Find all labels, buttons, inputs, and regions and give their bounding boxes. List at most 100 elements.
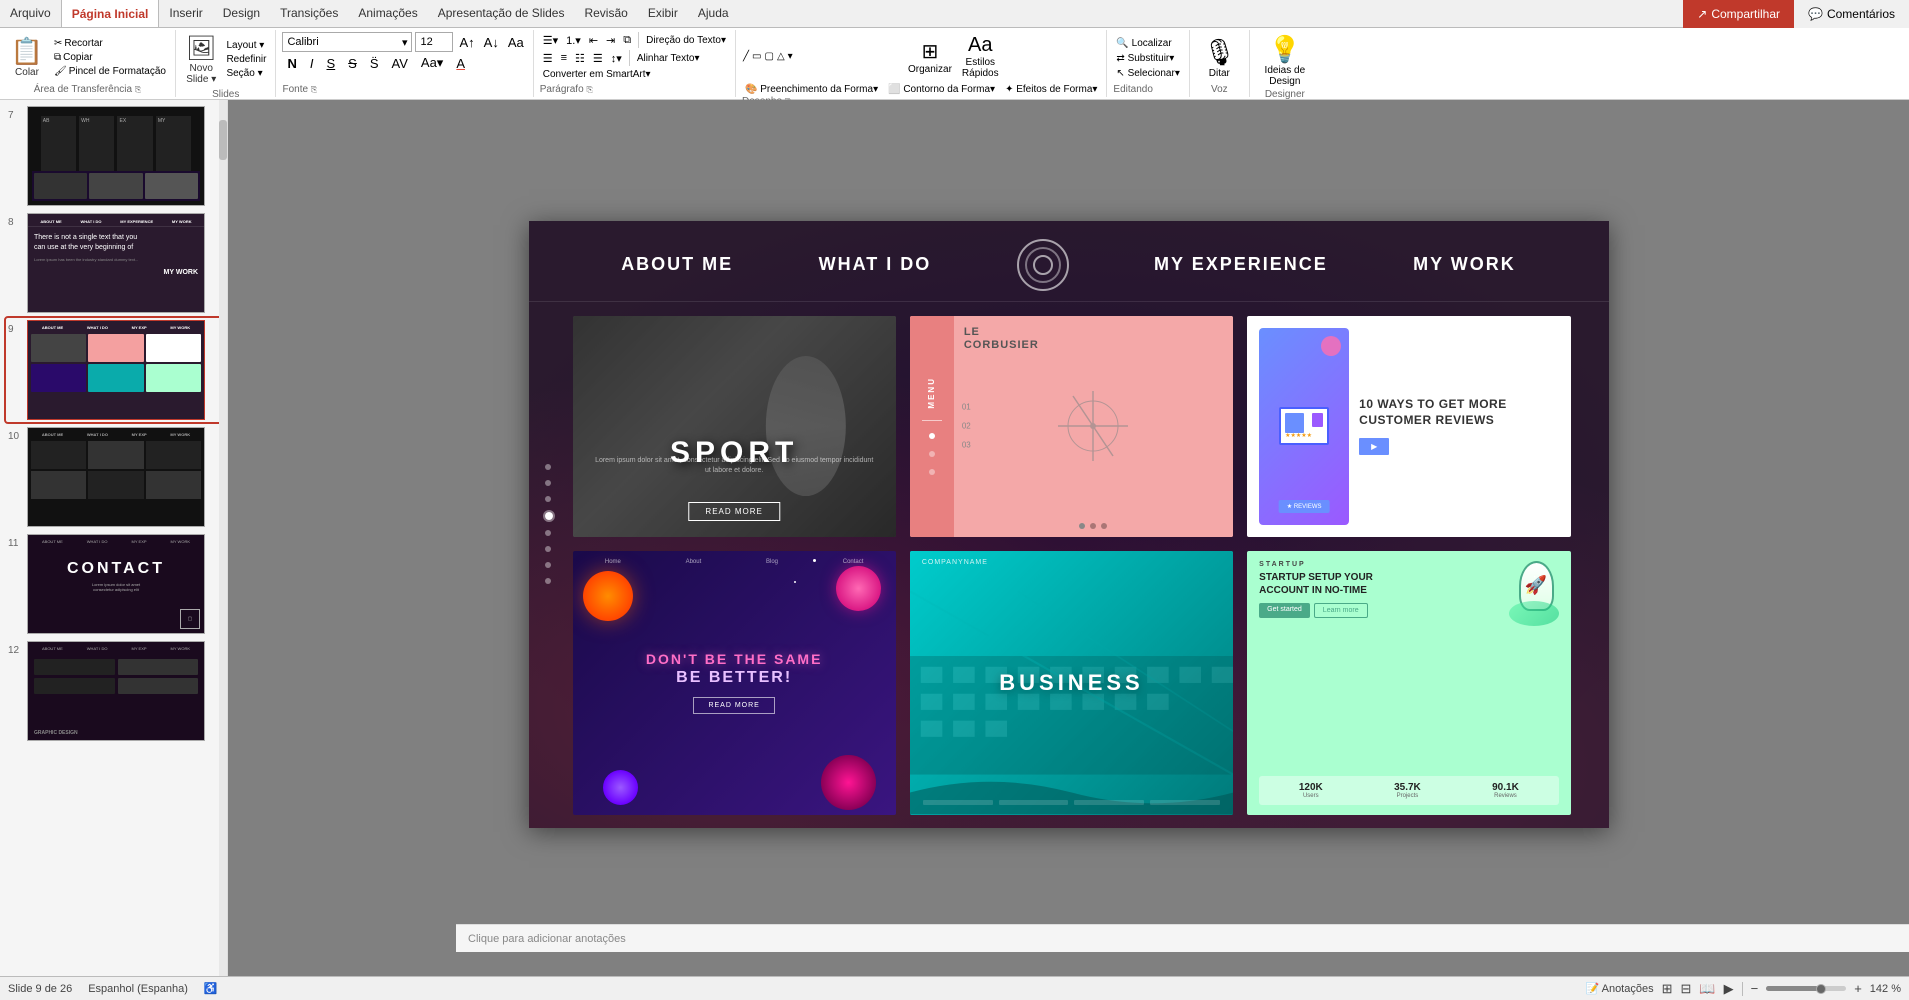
paste-button[interactable]: 📋 Colar bbox=[6, 34, 48, 80]
accessibility-icon[interactable]: ♿ bbox=[204, 982, 218, 995]
ribbon-tab-animacoes[interactable]: Animações bbox=[348, 0, 427, 27]
ribbon-tab-transicoes[interactable]: Transições bbox=[270, 0, 348, 27]
notes-toggle[interactable]: 📝 Anotações bbox=[1585, 982, 1653, 995]
logo-icon bbox=[1017, 239, 1069, 291]
nav-what-i-do[interactable]: WHAT I DO bbox=[819, 254, 932, 275]
new-slide-button[interactable]: 🖼 Novo Slide ▾ bbox=[182, 32, 220, 87]
decrease-indent-button[interactable]: ⇤ bbox=[586, 33, 601, 48]
card-ways[interactable]: ★★★★★ ★ REVIEWS 10 WAYS TO GET MORE CUST… bbox=[1247, 316, 1570, 537]
zoom-minus[interactable]: − bbox=[1751, 981, 1759, 996]
slide-thumb-12[interactable]: 12 ABOUT MEWHAT I DOMY EXPMY WORK GRAPHI… bbox=[6, 639, 221, 743]
ribbon-group-drawing: ╱ ▭ ▢ △ ▾ ⊞Organizar AaEstilosRápidos 🎨 … bbox=[736, 30, 1107, 97]
clear-format-button[interactable]: Aa bbox=[505, 34, 527, 51]
bold-button[interactable]: N bbox=[282, 55, 301, 72]
slide-panel: 7 AB WH EX MY 8 ABOUT ME bbox=[0, 100, 228, 976]
roundrect-shape[interactable]: ▢ bbox=[764, 50, 775, 63]
startup-btn-1[interactable]: Get started bbox=[1259, 603, 1310, 618]
align-center-button[interactable]: ≡ bbox=[558, 51, 570, 65]
strikethrough-button[interactable]: S bbox=[343, 55, 362, 72]
slide-thumb-11[interactable]: 11 ABOUT MEWHAT I DOMY EXPMY WORK CONTAC… bbox=[6, 532, 221, 636]
stat-2: 35.7K bbox=[1394, 782, 1421, 793]
card-business[interactable]: COMPANYNAME BUSINESS bbox=[910, 551, 1233, 815]
justify-button[interactable]: ☰ bbox=[590, 51, 606, 66]
ribbon-tab-arquivo[interactable]: Arquivo bbox=[0, 0, 61, 27]
bullets-button[interactable]: ☰▾ bbox=[540, 33, 561, 48]
align-right-button[interactable]: ☷ bbox=[572, 51, 588, 66]
font-family-selector[interactable]: Calibri▾ bbox=[282, 32, 412, 52]
find-button[interactable]: 🔍 Localizar bbox=[1113, 37, 1182, 50]
view-reading[interactable]: 📖 bbox=[1699, 981, 1715, 997]
align-text-button[interactable]: Alinhar Texto▾ bbox=[634, 52, 703, 65]
decrease-font-button[interactable]: A↓ bbox=[481, 34, 502, 51]
slide-thumb-9[interactable]: 9 ABOUT MEWHAT I DOMY EXPMY WORK bbox=[6, 318, 221, 422]
shape-fill-button[interactable]: 🎨 Preenchimento da Forma▾ bbox=[742, 83, 881, 96]
slide-thumb-10[interactable]: 10 ABOUT MEWHAT I DOMY EXPMY WORK bbox=[6, 425, 221, 529]
ribbon-tab-apresentacao[interactable]: Apresentação de Slides bbox=[428, 0, 575, 27]
format-painter-button[interactable]: 🖌Pincel de Formatação bbox=[51, 65, 169, 78]
italic-button[interactable]: I bbox=[305, 55, 319, 72]
spacing-button[interactable]: AV bbox=[387, 55, 413, 72]
sport-read-more[interactable]: READ MORE bbox=[688, 502, 779, 521]
design-ideas-button[interactable]: 💡 Ideias de Design bbox=[1261, 32, 1310, 89]
dictate-button[interactable]: 🎙 Ditar bbox=[1199, 35, 1240, 81]
cut-button[interactable]: ✂Recortar bbox=[51, 37, 169, 50]
copy-button[interactable]: ⧉Copiar bbox=[51, 51, 169, 64]
shape-outline-button[interactable]: ⬜ Contorno da Forma▾ bbox=[885, 83, 998, 96]
shape-effects-button[interactable]: ✦ Efeitos de Forma▾ bbox=[1002, 83, 1100, 96]
underline-button[interactable]: S bbox=[322, 55, 341, 72]
comments-button[interactable]: 💬 Comentários bbox=[1794, 0, 1909, 28]
text-direction-button[interactable]: Direção do Texto▾ bbox=[643, 34, 729, 47]
font-color-button[interactable]: A bbox=[451, 55, 470, 72]
font-size-selector[interactable]: 12 bbox=[415, 32, 453, 52]
font-case-button[interactable]: Aa▾ bbox=[416, 54, 448, 72]
startup-btn-2[interactable]: Learn more bbox=[1314, 603, 1368, 618]
space-read-more[interactable]: READ MORE bbox=[693, 697, 774, 714]
designer-label: Designer bbox=[1265, 89, 1305, 100]
nav-my-experience[interactable]: MY EXPERIENCE bbox=[1154, 254, 1328, 275]
slide-canvas[interactable]: ABOUT ME WHAT I DO MY EXPERIENCE MY WORK bbox=[529, 221, 1609, 828]
ways-btn[interactable]: ▶ bbox=[1359, 438, 1389, 455]
select-button[interactable]: ↖ Selecionar▾ bbox=[1113, 67, 1182, 80]
ribbon-tab-inserir[interactable]: Inserir bbox=[159, 0, 212, 27]
ribbon-tab-ajuda[interactable]: Ajuda bbox=[688, 0, 739, 27]
tri-shape[interactable]: △ bbox=[776, 50, 786, 63]
line-spacing-button[interactable]: ↕▾ bbox=[608, 51, 625, 66]
quick-styles-button[interactable]: AaEstilosRápidos bbox=[958, 32, 1003, 81]
view-normal[interactable]: ⊞ bbox=[1662, 981, 1673, 997]
zoom-plus[interactable]: + bbox=[1854, 981, 1862, 996]
ribbon-tab-design[interactable]: Design bbox=[213, 0, 270, 27]
arrange-button[interactable]: ⊞Organizar bbox=[904, 37, 956, 77]
notes-bar[interactable]: Clique para adicionar anotações bbox=[456, 924, 1909, 952]
replace-button[interactable]: ⇄ Substituir▾ bbox=[1113, 52, 1182, 65]
card-corbusier[interactable]: MENU LECORBUSIER bbox=[910, 316, 1233, 537]
increase-font-button[interactable]: A↑ bbox=[456, 34, 477, 51]
paragraph-label: Parágrafo ⎘ bbox=[540, 84, 729, 95]
reset-button[interactable]: Redefinir bbox=[223, 53, 269, 66]
slide-thumb-8[interactable]: 8 ABOUT ME WHAT I DO MY EXPERIENCE MY WO… bbox=[6, 211, 221, 315]
view-sorter[interactable]: ⊟ bbox=[1681, 981, 1692, 997]
numbering-button[interactable]: 1.▾ bbox=[563, 33, 584, 48]
columns-button[interactable]: ⧉ bbox=[620, 33, 634, 48]
zoom-bar[interactable] bbox=[1766, 986, 1846, 991]
card-sport[interactable]: SPORT Lorem ipsum dolor sit amet, consec… bbox=[573, 316, 896, 537]
convert-smartart-button[interactable]: Converter em SmartArt▾ bbox=[540, 68, 654, 81]
more-shapes[interactable]: ▾ bbox=[787, 50, 794, 63]
card-startup[interactable]: STARTUP STARTUP SETUP YOURACCOUNT IN NO-… bbox=[1247, 551, 1570, 815]
share-button[interactable]: ↗ Compartilhar bbox=[1683, 0, 1794, 28]
slide-thumb-7[interactable]: 7 AB WH EX MY bbox=[6, 104, 221, 208]
rect-shape[interactable]: ▭ bbox=[751, 50, 762, 63]
ribbon-tab-revisao[interactable]: Revisão bbox=[574, 0, 637, 27]
card-space[interactable]: HomeAboutBlogContact DON'T BE THE SAME B… bbox=[573, 551, 896, 815]
layout-button[interactable]: Layout ▾ bbox=[223, 39, 269, 52]
align-left-button[interactable]: ☰ bbox=[540, 51, 556, 66]
increase-indent-button[interactable]: ⇥ bbox=[603, 33, 618, 48]
nav-about-me[interactable]: ABOUT ME bbox=[621, 254, 733, 275]
ribbon-tab-exibir[interactable]: Exibir bbox=[638, 0, 688, 27]
ribbon-tab-pagina-inicial[interactable]: Página Inicial bbox=[61, 0, 160, 27]
section-button[interactable]: Seção ▾ bbox=[223, 67, 269, 80]
shadow-button[interactable]: S̈ bbox=[365, 55, 384, 72]
line-shape[interactable]: ╱ bbox=[742, 50, 750, 63]
cards-grid: SPORT Lorem ipsum dolor sit amet, consec… bbox=[529, 302, 1609, 828]
view-slideshow[interactable]: ▶ bbox=[1724, 981, 1734, 997]
nav-my-work[interactable]: MY WORK bbox=[1413, 254, 1516, 275]
